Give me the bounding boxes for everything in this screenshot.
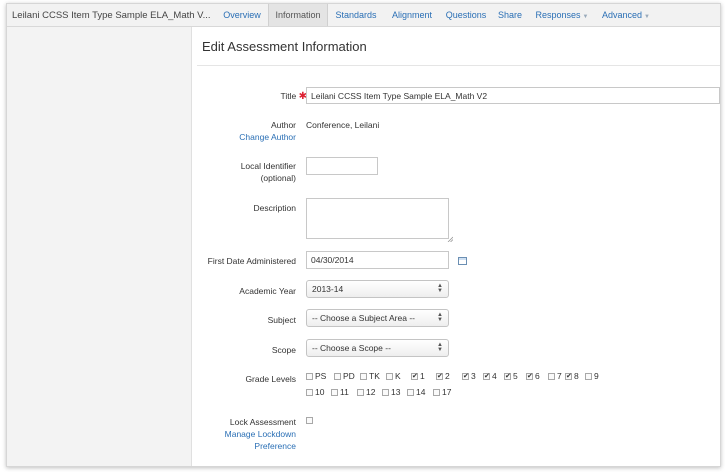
tab-advanced-label: Advanced [602,10,643,20]
grade-9-checkbox[interactable] [585,373,592,380]
grade-K-label: K [395,371,401,381]
grade-7-label: 7 [557,371,562,381]
grade-TK-checkbox[interactable] [360,373,367,380]
grade-12-label: 12 [366,387,376,397]
grade-6-label: 6 [535,371,540,381]
grade-13-checkbox[interactable] [382,389,389,396]
academic-year-label: Academic Year [239,286,296,296]
grade-4-label: 4 [492,371,497,381]
app-window: Leilani CCSS Item Type Sample ELA_Math V… [6,3,721,467]
title-label: Title [280,91,297,101]
grade-8-checkbox[interactable]: ✔ [565,373,572,380]
tab-standards[interactable]: Standards [327,4,385,26]
grade-5-checkbox[interactable]: ✔ [504,373,511,380]
page-title: Edit Assessment Information [202,39,367,54]
grade-2-checkbox[interactable]: ✔ [436,373,443,380]
grade-17-label: 17 [442,387,452,397]
grade-1-label: 1 [420,371,425,381]
local-identifier-label: Local Identifier [240,161,296,171]
grade-3-checkbox[interactable]: ✔ [462,373,469,380]
grade-11-label: 11 [340,387,349,397]
resize-handle-icon[interactable] [447,236,453,242]
chevron-down-icon: ▼ [644,14,650,20]
grade-TK-label: TK [369,371,380,381]
academic-year-value: 2013-14 [312,284,344,294]
manage-lockdown-preference-link[interactable]: Preference [254,441,296,451]
description-textarea[interactable] [306,198,449,239]
grade-14-checkbox[interactable] [407,389,414,396]
local-identifier-input[interactable] [306,157,378,175]
manage-lockdown-link[interactable]: Manage Lockdown [225,429,296,439]
author-value: Conference, Leilani [306,120,380,130]
lock-assessment-label: Lock Assessment [229,417,296,427]
grade-PS-checkbox[interactable] [306,373,313,380]
grade-1-checkbox[interactable]: ✔ [411,373,418,380]
tab-responses[interactable]: Responses ▼ [533,4,591,26]
tab-questions[interactable]: Questions [440,4,492,26]
scope-value: -- Choose a Scope -- [312,343,391,353]
scope-select[interactable]: -- Choose a Scope -- ▲ ▼ [306,339,449,357]
grade-PS-label: PS [315,371,327,381]
grade-9-label: 9 [594,371,599,381]
grade-10-checkbox[interactable] [306,389,313,396]
grade-PD-label: PD [343,371,355,381]
calendar-icon[interactable] [458,257,467,265]
academic-year-select[interactable]: 2013-14 ▲ ▼ [306,280,449,298]
grade-3-label: 3 [471,371,476,381]
title-divider [197,65,720,66]
grade-K-checkbox[interactable] [386,373,393,380]
lock-assessment-checkbox[interactable] [306,417,313,424]
select-arrows-icon: ▲ ▼ [437,342,443,353]
local-identifier-optional: (optional) [260,173,296,183]
subject-select[interactable]: -- Choose a Subject Area -- ▲ ▼ [306,309,449,327]
tab-overview[interactable]: Overview [216,4,268,26]
scope-label: Scope [271,345,296,355]
grade-6-checkbox[interactable]: ✔ [526,373,533,380]
description-label: Description [253,203,296,213]
select-arrows-icon: ▲ ▼ [437,283,443,294]
grade-8-label: 8 [574,371,579,381]
chevron-down-icon: ▼ [582,14,589,20]
title-input[interactable]: Leilani CCSS Item Type Sample ELA_Math V… [306,87,720,104]
title-label-row: Title ✱ [280,91,307,102]
grade-4-checkbox[interactable]: ✔ [483,373,490,380]
grade-12-checkbox[interactable] [357,389,364,396]
grade-5-label: 5 [513,371,518,381]
tab-information[interactable]: Information [268,4,328,26]
grade-14-label: 14 [416,387,426,397]
first-date-input[interactable]: 04/30/2014 [306,251,449,269]
grade-10-label: 10 [315,387,325,397]
grade-PD-checkbox[interactable] [334,373,341,380]
tab-responses-label: Responses [535,10,581,20]
author-label: Author [270,120,296,130]
tab-advanced[interactable]: Advanced ▼ [599,4,653,26]
tab-alignment[interactable]: Alignment [385,4,439,26]
grade-levels-label: Grade Levels [245,374,296,384]
grade-11-checkbox[interactable] [331,389,338,396]
first-date-label: First Date Administered [207,256,296,266]
subject-value: -- Choose a Subject Area -- [312,313,415,323]
assessment-title: Leilani CCSS Item Type Sample ELA_Math V… [12,10,211,21]
grade-7-checkbox[interactable] [548,373,555,380]
select-arrows-icon: ▲ ▼ [437,312,443,323]
subject-label: Subject [267,315,296,325]
change-author-link[interactable]: Change Author [239,132,296,142]
grade-17-checkbox[interactable] [433,389,440,396]
grade-2-label: 2 [445,371,450,381]
sidebar [7,27,192,466]
tab-share[interactable]: Share [493,4,527,26]
grade-13-label: 13 [391,387,401,397]
top-nav-bar: Leilani CCSS Item Type Sample ELA_Math V… [7,4,720,27]
